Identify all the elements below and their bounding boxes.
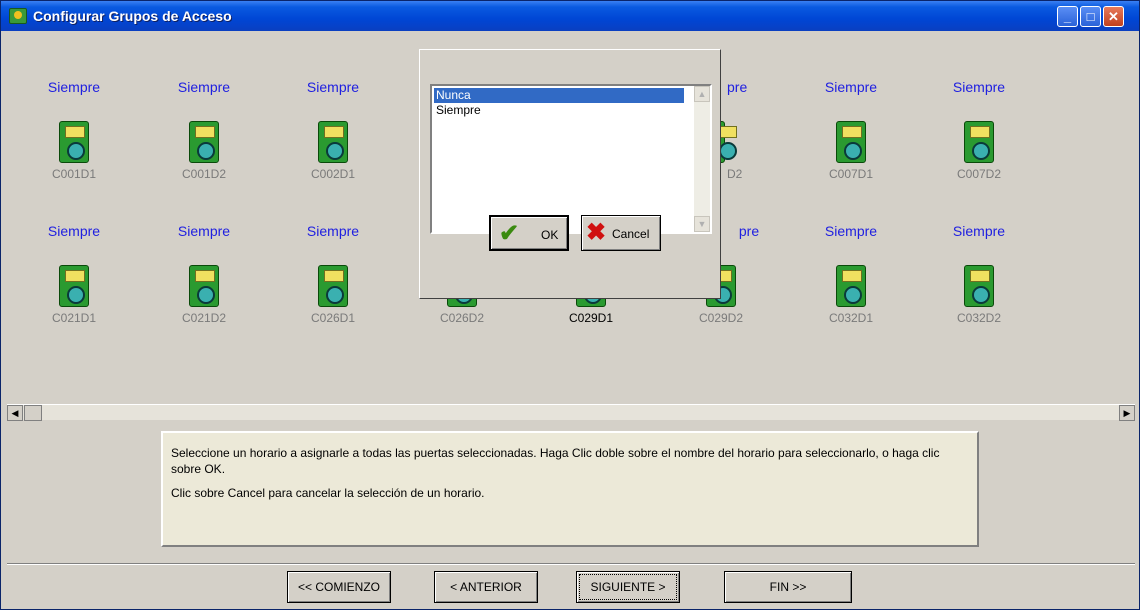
window-title: Configurar Grupos de Acceso [33,8,232,24]
door-code: C001D1 [51,167,97,181]
door-schedule: Siempre [177,223,231,239]
ok-label: OK [541,228,559,242]
door-tile[interactable]: Siempre C007D2 [929,79,1029,181]
scroll-up-icon[interactable]: ▲ [694,86,710,102]
start-button[interactable]: << COMIENZO [287,571,391,603]
schedule-device-icon [964,265,994,307]
minimize-button[interactable]: _ [1057,6,1078,27]
checkmark-icon: ✔ [499,220,520,247]
schedule-device-icon [59,265,89,307]
door-code: C032D1 [828,311,874,325]
schedule-picker-dialog: Nunca Siempre ▲ ▼ [419,49,721,299]
schedule-device-icon [318,121,348,163]
ok-button[interactable]: ✔ OK [489,215,569,251]
door-schedule: Siempre [952,223,1006,239]
door-code: C026D1 [310,311,356,325]
schedule-device-icon [189,265,219,307]
main-window: Configurar Grupos de Acceso _ □ ✕ Siempr… [0,0,1140,610]
door-schedule: Siempre [952,79,1006,95]
door-tile[interactable]: Siempre C001D1 [24,79,124,181]
info-text-cancel: Clic sobre Cancel para cancelar la selec… [171,486,485,500]
door-schedule: Siempre [824,79,878,95]
schedule-device-icon [836,121,866,163]
schedule-device-icon [318,265,348,307]
cancel-label: Cancel [612,227,650,241]
door-tile[interactable]: Siempre C026D1 [283,223,383,325]
door-schedule: Siempre [306,223,360,239]
door-schedule: Siempre [47,223,101,239]
info-panel: Seleccione un horario a asignarle a toda… [161,431,979,547]
horizontal-scrollbar[interactable]: ◀ ▶ [7,404,1135,421]
previous-button[interactable]: < ANTERIOR [434,571,538,603]
door-schedule: Siempre [47,79,101,95]
schedule-listbox[interactable]: Nunca Siempre ▲ ▼ [430,84,712,234]
door-code: C026D2 [439,311,485,325]
door-tile[interactable]: Siempre C032D2 [929,223,1029,325]
title-bar[interactable]: Configurar Grupos de Acceso _ □ ✕ [1,1,1139,31]
door-code: C029D2 [698,311,744,325]
scroll-down-icon[interactable]: ▼ [694,216,710,232]
door-tile[interactable]: Siempre C007D1 [801,79,901,181]
list-item[interactable]: Nunca [434,88,684,103]
next-button[interactable]: SIGUIENTE > [576,571,680,603]
door-code: C007D2 [956,167,1002,181]
vertical-scrollbar[interactable]: ▲ ▼ [694,86,710,232]
door-schedule: Siempre [824,223,878,239]
schedule-device-icon [189,121,219,163]
schedule-device-icon [836,265,866,307]
door-code: C007D1 [828,167,874,181]
schedule-device-icon [964,121,994,163]
door-tile[interactable]: Siempre C032D1 [801,223,901,325]
door-schedule: Siempre [177,79,231,95]
maximize-button[interactable]: □ [1080,6,1101,27]
cancel-button[interactable]: ✖ Cancel [581,215,661,251]
door-tile[interactable]: Siempre C002D1 [283,79,383,181]
door-code: C002D1 [310,167,356,181]
app-icon [9,8,27,24]
footer-divider [7,563,1135,565]
door-tile[interactable]: Siempre C001D2 [154,79,254,181]
scroll-thumb[interactable] [24,405,42,421]
door-code: C021D1 [51,311,97,325]
scroll-right-icon[interactable]: ▶ [1119,405,1135,421]
x-icon: ✖ [586,219,607,246]
door-code: C029D1 [568,311,614,325]
door-tile[interactable]: Siempre C021D2 [154,223,254,325]
door-schedule: Siempre [306,79,360,95]
info-text-select: Seleccione un horario a asignarle a toda… [171,446,940,476]
close-button[interactable]: ✕ [1103,6,1124,27]
door-tile[interactable]: Siempre C021D1 [24,223,124,325]
scroll-left-icon[interactable]: ◀ [7,405,23,421]
door-code: C021D2 [181,311,227,325]
end-button[interactable]: FIN >> [724,571,852,603]
list-item[interactable]: Siempre [434,103,684,118]
door-code: C001D2 [181,167,227,181]
schedule-device-icon [59,121,89,163]
door-code: C032D2 [956,311,1002,325]
